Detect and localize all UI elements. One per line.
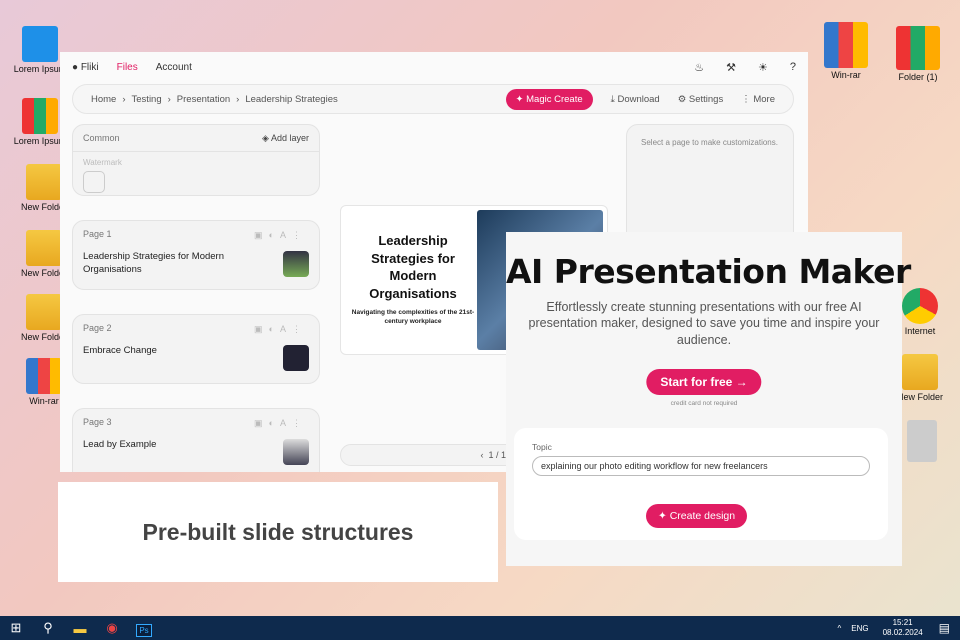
page-tools-icons[interactable]: ▣◐A⋮ [254, 418, 307, 429]
page-thumbnail [283, 439, 309, 465]
download-button[interactable]: ⤓ Download [611, 94, 660, 105]
common-title: Common [83, 133, 120, 143]
promo-subtitle: Effortlessly create stunning presentatio… [528, 300, 880, 347]
desktop-icon[interactable]: Win-rar [816, 22, 876, 80]
page-label: Page 2 [83, 323, 112, 333]
tray-chevron-icon[interactable]: ^ [838, 624, 842, 633]
page-tools-icons[interactable]: ▣◐A⋮ [254, 324, 307, 335]
page-card[interactable]: Page 3 ▣◐A⋮ Lead by Example [72, 408, 320, 472]
more-button[interactable]: ⋮ More [741, 94, 775, 105]
start-for-free-button[interactable]: Start for free → [646, 369, 762, 395]
topic-label: Topic [532, 442, 552, 452]
winrar-icon [824, 22, 868, 68]
chrome-icon[interactable]: ◉ [96, 620, 128, 636]
cta-note: credit card not required [670, 400, 738, 407]
help-icon[interactable]: ? [790, 61, 796, 74]
search-icon[interactable]: ⚲ [32, 620, 64, 636]
topic-input[interactable]: explaining our photo editing workflow fo… [532, 456, 870, 476]
notifications-icon[interactable]: ▤ [939, 621, 950, 635]
photoshop-icon[interactable]: Ps [128, 621, 160, 637]
theme-icon[interactable]: ☀ [758, 61, 768, 74]
clock[interactable]: 15:21 08.02.2024 [883, 618, 923, 637]
topic-card: Topic explaining our photo editing workf… [514, 428, 888, 540]
brand-logo[interactable]: ● Fliki [72, 62, 99, 73]
page-title: Lead by Example [83, 439, 157, 450]
icon-label: Win-rar [831, 70, 861, 80]
fire-icon[interactable]: ♨ [694, 61, 704, 74]
crumb-home[interactable]: Home [91, 94, 116, 105]
watermark-label: Watermark [83, 158, 122, 167]
promo-panel: AI Presentation Maker Effortlessly creat… [506, 232, 911, 566]
watermark-slot[interactable] [83, 171, 105, 193]
page-label: Page 1 [83, 229, 112, 239]
create-design-button[interactable]: ✦ Create design [646, 504, 748, 528]
page-title: Embrace Change [83, 345, 157, 356]
page-card[interactable]: Page 1 ▣◐A⋮ Leadership Strategies for Mode… [72, 220, 320, 290]
common-card: Common ◈ Add layer Watermark [72, 124, 320, 196]
icon-label: Lorem Ipsum [13, 136, 67, 146]
chrome-icon [902, 288, 938, 324]
promo-title: AI Presentation Maker [506, 252, 911, 291]
slide-subtitle: Navigating the complexities of the 21st-… [351, 309, 475, 326]
top-nav: ● Fliki Files Account ♨ ⚒ ☀? [60, 52, 808, 82]
page-card[interactable]: Page 2 ▣◐A⋮ Embrace Change [72, 314, 320, 384]
add-layer-button[interactable]: ◈ Add layer [262, 133, 309, 144]
icon-label: Internet [904, 326, 936, 336]
panel-hint: Select a page to make customizations. [641, 138, 778, 147]
icon-label: Win-rar [29, 396, 59, 406]
nav-account[interactable]: Account [156, 62, 192, 73]
windows-start-icon[interactable]: ⊞ [0, 620, 32, 636]
page-thumbnail [283, 345, 309, 371]
page-title: Leadership Strategies for Modern Organis… [83, 251, 224, 275]
settings-button[interactable]: ⚙ Settings [678, 94, 723, 105]
icon-label: Folder (1) [898, 72, 938, 82]
binder-icon [896, 26, 940, 70]
slide-title: Leadership Strategies for Modern Organis… [369, 233, 457, 301]
page-thumbnail [283, 251, 309, 277]
crumb-current: Leadership Strategies [245, 93, 338, 105]
magic-create-button[interactable]: ✦ Magic Create [505, 88, 593, 110]
tools-icon[interactable]: ⚒ [726, 61, 736, 74]
binder-icon [22, 98, 58, 134]
computer-icon [22, 26, 58, 62]
page-tools-icons[interactable]: ▣◐A⋮ [254, 230, 307, 241]
caption-banner: Pre-built slide structures [58, 482, 498, 582]
folder-icon [26, 230, 62, 266]
clock-date: 08.02.2024 [882, 628, 923, 637]
winrar-icon [26, 358, 62, 394]
crumb-presentation[interactable]: Presentation [177, 94, 230, 105]
taskbar: ⊞ ⚲ ▬ ◉ Ps ^ ENG 15:21 08.02.2024 ▤ [0, 616, 960, 640]
folder-icon [26, 294, 62, 330]
nav-files[interactable]: Files [117, 62, 138, 73]
page-label: Page 3 [83, 417, 112, 427]
crumb-testing[interactable]: Testing [132, 94, 162, 105]
caption-text: Pre-built slide structures [142, 518, 414, 545]
icon-label: New Folder [896, 392, 943, 402]
language-indicator[interactable]: ENG [851, 624, 868, 633]
file-explorer-icon[interactable]: ▬ [64, 621, 96, 636]
icon-label: Lorem Ipsum [13, 64, 67, 74]
folder-icon [902, 354, 938, 390]
breadcrumb: Home › Testing › Presentation › Leadership … [72, 84, 794, 114]
desktop-icon[interactable]: Folder (1) [888, 26, 948, 82]
clock-time: 15:21 [892, 618, 913, 628]
folder-icon [26, 164, 62, 200]
prev-page-button[interactable]: ‹ [480, 450, 483, 460]
